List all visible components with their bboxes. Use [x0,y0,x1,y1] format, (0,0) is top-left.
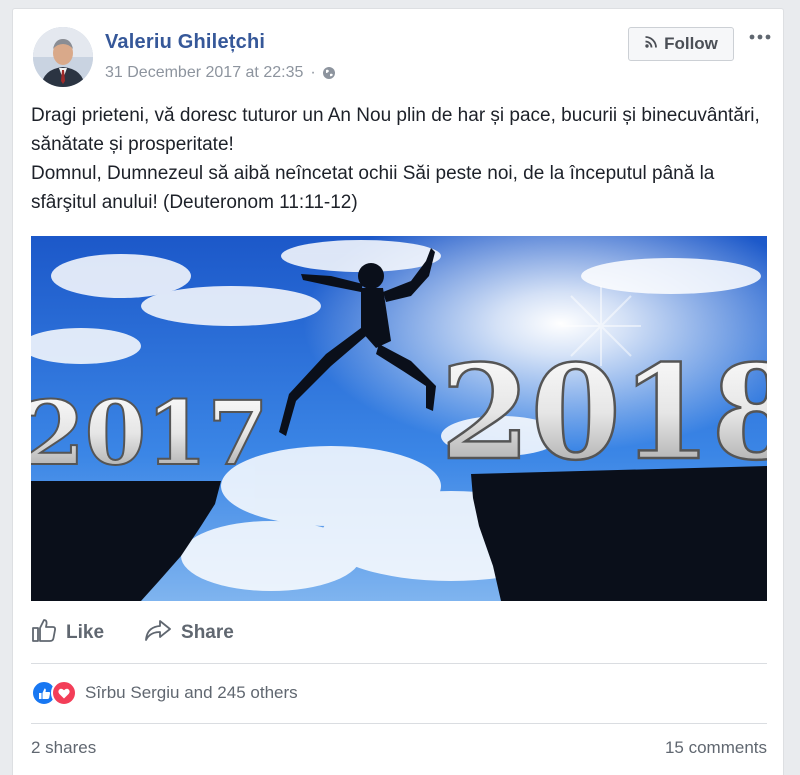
love-reaction-icon [51,680,77,706]
reactions-summary[interactable]: Sîrbu Sergiu and 245 others [31,680,298,706]
share-label: Share [181,622,234,643]
divider [31,723,767,724]
globe-icon[interactable] [322,66,336,80]
like-icon [31,617,57,649]
author-name[interactable]: Valeriu Ghilețchi [105,31,265,54]
follow-button[interactable]: Follow [628,27,734,61]
meta-separator: · [310,64,316,81]
reaction-icons [31,680,77,706]
share-button[interactable]: Share [144,618,234,648]
follow-label: Follow [664,34,718,53]
post-text: Dragi prieteni, vă doresc tuturor un An … [31,101,776,217]
share-icon [144,618,172,648]
reactions-text: Sîrbu Sergiu and 245 others [85,683,298,702]
divider [31,663,767,664]
post-card: Valeriu Ghilețchi 31 December 2017 at 22… [12,8,784,775]
right-year-label: 2018 [440,336,767,489]
like-label: Like [66,622,105,643]
post-text-line: Domnul, Dumnezeul să aibă neîncetat ochi… [31,163,715,213]
post-stats: 2 shares 15 comments [31,738,767,758]
post-meta: 31 December 2017 at 22:35 · [105,64,336,82]
rss-icon [644,34,658,54]
comments-count[interactable]: 15 comments [665,738,767,758]
more-options-icon[interactable] [747,27,773,47]
post-timestamp[interactable]: 31 December 2017 at 22:35 [105,64,303,82]
avatar[interactable] [33,27,93,87]
post-image[interactable]: 2017 2018 [31,236,767,601]
post-actions: Like Share [31,615,274,651]
shares-count[interactable]: 2 shares [31,738,96,758]
post-text-line: Dragi prieteni, vă doresc tuturor un An … [31,105,760,155]
left-year-label: 2017 [31,381,268,485]
like-button[interactable]: Like [31,617,104,649]
